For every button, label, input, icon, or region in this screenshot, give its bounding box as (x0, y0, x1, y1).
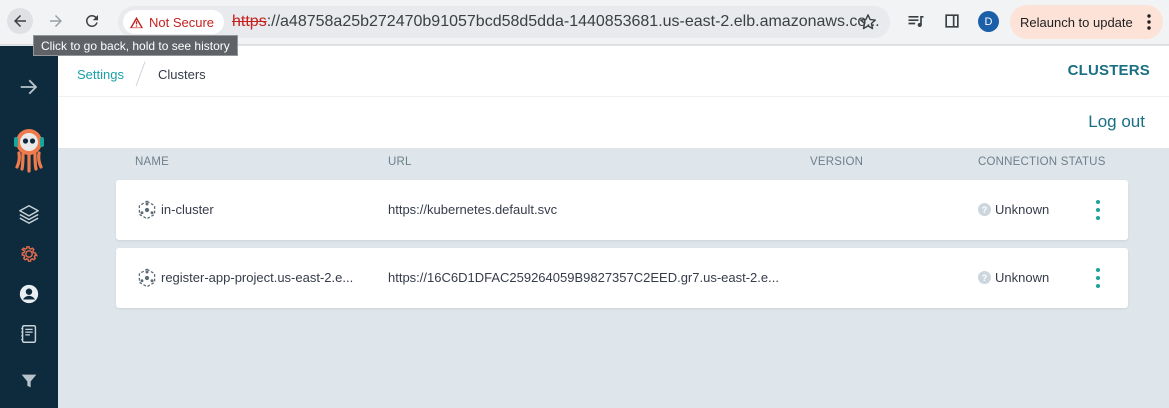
cluster-url: https://kubernetes.default.svc (388, 202, 558, 217)
column-header-name: NAME (135, 156, 170, 168)
table-row[interactable]: in-cluster https://kubernetes.default.sv… (116, 180, 1128, 240)
cluster-connection-status: Unknown (995, 202, 1050, 217)
relaunch-button[interactable]: Relaunch to update (1010, 5, 1163, 39)
breadcrumb: Settings Clusters (77, 63, 206, 85)
back-button[interactable] (7, 8, 33, 34)
breadcrumb-current: Clusters (157, 66, 206, 82)
sidebar-item-applications[interactable] (0, 199, 58, 229)
back-button-tooltip: Click to go back, hold to see history (33, 35, 238, 56)
unknown-status-icon: ? (978, 203, 991, 216)
forward-button[interactable] (43, 8, 69, 34)
url-rest: ://a48758a25b272470b91057bcd58d5dda-1440… (266, 13, 880, 30)
warning-icon (129, 16, 144, 28)
security-chip[interactable]: Not Secure (123, 10, 225, 34)
unknown-status-icon: ? (978, 271, 991, 284)
book-icon (21, 325, 37, 343)
url-scheme: https (232, 13, 267, 30)
sidebar-item-settings[interactable] (0, 239, 58, 269)
row-actions-button[interactable] (1094, 200, 1102, 220)
breadcrumb-separator (136, 63, 146, 85)
gear-icon (21, 246, 38, 262)
address-bar[interactable]: Not Secure https://a48758a25b272470b9105… (118, 6, 890, 38)
layers-icon (19, 205, 39, 224)
column-header-version: VERSION (810, 156, 864, 168)
user-circle-icon (19, 284, 39, 304)
media-controls-icon[interactable] (906, 11, 926, 31)
more-vert-icon[interactable] (1147, 14, 1151, 30)
relaunch-label: Relaunch to update (1020, 14, 1133, 30)
url-text[interactable]: https://a48758a25b272470b91057bcd58d5dda… (232, 13, 880, 31)
column-header-url: URL (388, 156, 412, 168)
breadcrumb-settings-link[interactable]: Settings (77, 67, 124, 82)
cluster-icon (138, 268, 156, 288)
profile-avatar[interactable]: D (978, 11, 999, 32)
arrow-right-icon (20, 79, 38, 95)
cluster-name: in-cluster (161, 202, 214, 217)
bookmark-star-icon[interactable] (858, 12, 878, 32)
row-actions-button[interactable] (1094, 268, 1102, 288)
sidebar-toggle[interactable] (0, 72, 58, 102)
logout-button[interactable]: Log out (1088, 112, 1145, 132)
header-divider (58, 96, 1169, 97)
filter-icon (21, 374, 37, 388)
reload-icon (85, 14, 98, 27)
page-title: CLUSTERS (1067, 62, 1150, 79)
arrow-left-icon (14, 15, 26, 27)
argo-logo[interactable] (0, 122, 58, 178)
sidebar-filter[interactable] (0, 366, 58, 396)
security-label: Not Secure (149, 14, 215, 30)
column-header-connection-status: CONNECTION STATUS (978, 156, 1106, 168)
argo-octopus-logo-icon (14, 129, 44, 173)
side-panel-icon[interactable] (942, 11, 962, 31)
app-sidebar (0, 46, 58, 408)
arrow-right-icon (50, 15, 62, 27)
cluster-name: register-app-project.us-east-2.e... (161, 270, 354, 285)
reload-button[interactable] (79, 8, 105, 34)
sidebar-item-user-info[interactable] (0, 279, 58, 309)
table-row[interactable]: register-app-project.us-east-2.e... http… (116, 248, 1128, 308)
page-header: Settings Clusters CLUSTERS Log out (58, 46, 1169, 148)
cluster-icon (138, 200, 156, 220)
sidebar-item-docs[interactable] (0, 319, 58, 349)
cluster-url: https://16C6D1DFAC259264059B9827357C2EED… (388, 270, 779, 285)
cluster-connection-status: Unknown (995, 270, 1050, 285)
